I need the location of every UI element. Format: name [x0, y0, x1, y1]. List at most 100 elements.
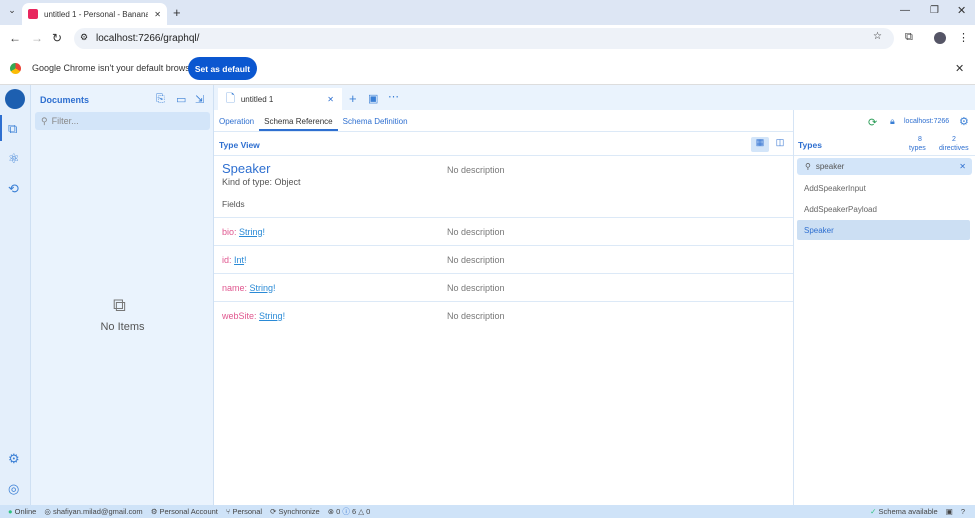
- tab-list-icon[interactable]: ⌄: [5, 5, 19, 19]
- empty-documents-icon: ⧉: [113, 295, 126, 315]
- type-list-item[interactable]: AddSpeakerPayload: [804, 205, 877, 214]
- account-switcher[interactable]: ⚙ Personal Account: [151, 507, 218, 516]
- type-name: Speaker: [222, 161, 271, 176]
- maximize-icon[interactable]: ❐: [930, 5, 939, 16]
- set-as-default-button[interactable]: Set as default: [188, 57, 257, 80]
- settings-icon[interactable]: ⚙: [8, 451, 20, 467]
- menu-icon[interactable]: ⋮: [958, 31, 969, 44]
- online-status: Online: [14, 507, 37, 516]
- field-description: No description: [447, 254, 505, 265]
- close-window-icon[interactable]: ✕: [957, 4, 966, 17]
- app-sidebar-rail: ⧉ ⚛ ⟲ ⚙ ◎: [0, 85, 31, 505]
- help-icon[interactable]: ?: [961, 507, 975, 516]
- grid-view-toggle[interactable]: ▦: [751, 137, 769, 152]
- search-icon: ⚲: [805, 162, 811, 171]
- close-infobar-icon[interactable]: ✕: [955, 62, 964, 75]
- new-folder-icon[interactable]: ▭: [176, 93, 186, 106]
- editor-tab-label: untitled 1: [240, 94, 274, 104]
- profile-avatar[interactable]: [934, 32, 946, 44]
- import-icon[interactable]: ⇲: [195, 93, 204, 106]
- new-tab-icon[interactable]: +: [173, 5, 181, 20]
- close-editor-tab-icon[interactable]: ✕: [327, 95, 342, 104]
- directives-count-label: directives: [939, 145, 969, 152]
- site-info-icon[interactable]: ⚙: [80, 32, 88, 43]
- info-count: 6: [351, 507, 357, 516]
- back-icon[interactable]: ←: [9, 31, 21, 45]
- type-search-input[interactable]: ⚲ speaker ✕: [797, 158, 972, 175]
- url-text: localhost:7266/graphql/: [96, 33, 200, 44]
- layout-icon[interactable]: ▣: [946, 507, 953, 516]
- app-logo: [5, 89, 25, 109]
- schema-sync-icon[interactable]: ⟳: [868, 116, 877, 129]
- schema-icon[interactable]: ⚛: [8, 151, 20, 167]
- directives-count: 2: [952, 136, 956, 143]
- field-name: bio: [222, 226, 235, 237]
- types-count: 8: [918, 136, 922, 143]
- add-tab-icon[interactable]: +: [349, 91, 357, 106]
- browser-tab-title: untitled 1 - Personal - Banana C: [44, 9, 149, 19]
- tab-schema-reference[interactable]: Schema Reference: [259, 112, 338, 131]
- documents-icon[interactable]: ⧉: [8, 121, 17, 137]
- fields-label: Fields: [222, 199, 245, 209]
- forward-icon[interactable]: →: [31, 31, 43, 45]
- sync-text: Synchronize: [278, 507, 320, 516]
- type-kind: Kind of type: Object: [222, 177, 301, 187]
- field-description: No description: [447, 226, 505, 237]
- field-name: name: [222, 282, 245, 293]
- types-panel: ⟳ 🔒︎ localhost:7266 ⚙ Types 8 types 2 di…: [611, 85, 975, 505]
- connection-settings-icon[interactable]: ⚙: [959, 115, 969, 128]
- user-email[interactable]: ◎ shafiyan.milad@gmail.com: [44, 507, 142, 516]
- field-name: id: [222, 254, 230, 265]
- minimize-icon[interactable]: —: [900, 5, 910, 16]
- search-icon: ⚲: [41, 115, 48, 126]
- browser-tab[interactable]: untitled 1 - Personal - Banana C ✕: [22, 3, 167, 25]
- field-description: No description: [447, 311, 505, 321]
- non-null-marker: !: [244, 254, 247, 265]
- non-null-marker: !: [262, 226, 266, 237]
- status-bar: ● Online ◎ shafiyan.milad@gmail.com ⚙ Pe…: [0, 505, 975, 518]
- synchronize-button[interactable]: ⟳ Synchronize: [270, 507, 320, 516]
- field-type-link[interactable]: String: [259, 311, 283, 321]
- close-tab-icon[interactable]: ✕: [154, 10, 161, 19]
- account-text: Personal Account: [159, 507, 218, 516]
- field-type-link[interactable]: String: [250, 283, 274, 293]
- chrome-logo-icon: [10, 63, 21, 74]
- field-type-link[interactable]: String: [239, 227, 263, 237]
- no-items-label: No Items: [100, 321, 145, 333]
- filter-input[interactable]: ⚲ Filter...: [35, 112, 210, 130]
- endpoint-label[interactable]: localhost:7266: [904, 118, 949, 125]
- split-view-toggle[interactable]: ◫: [771, 137, 789, 152]
- type-description: No description: [447, 165, 505, 175]
- clear-search-icon[interactable]: ✕: [959, 162, 972, 171]
- reload-icon[interactable]: ↻: [52, 31, 62, 45]
- tab-schema-definition[interactable]: Schema Definition: [338, 112, 413, 131]
- online-dot-icon: ●: [8, 507, 13, 516]
- field-row: bio: String! No description: [214, 218, 793, 246]
- field-row: webSite: String! No description: [222, 311, 505, 321]
- bookmark-star-icon[interactable]: ☆: [873, 31, 882, 42]
- lock-icon: 🔒︎: [890, 116, 895, 126]
- history-icon[interactable]: ⟲: [8, 181, 19, 197]
- field-type-link[interactable]: Int: [234, 255, 244, 265]
- type-list-item[interactable]: AddSpeakerInput: [804, 184, 866, 193]
- user-email-text: shafiyan.milad@gmail.com: [52, 507, 143, 516]
- account-icon[interactable]: ◎: [8, 481, 19, 497]
- types-count-label: types: [909, 145, 926, 152]
- save-icon[interactable]: ▣: [368, 92, 378, 105]
- problems-indicator[interactable]: ⊗ 0 ⓘ 6 △ 0: [328, 506, 371, 517]
- field-name: webSite: [222, 311, 255, 321]
- warning-count: 0: [366, 507, 371, 516]
- editor-tab[interactable]: 🗋 untitled 1 ✕: [218, 88, 342, 110]
- documents-title: Documents: [40, 95, 90, 105]
- workspace-switcher[interactable]: ⑂ Personal: [226, 507, 262, 516]
- url-field[interactable]: ⚙ localhost:7266/graphql/ ☆: [74, 28, 894, 49]
- field-row: name: String! No description: [214, 274, 793, 302]
- tab-operation[interactable]: Operation: [214, 112, 259, 131]
- filter-placeholder: Filter...: [51, 116, 79, 126]
- extensions-icon[interactable]: ⧉: [905, 31, 913, 44]
- more-icon[interactable]: ⋯: [388, 90, 399, 103]
- non-null-marker: !: [273, 282, 276, 293]
- document-icon: 🗋: [226, 92, 235, 105]
- new-document-icon[interactable]: ⎘: [156, 93, 165, 106]
- type-list-item-selected[interactable]: Speaker: [797, 220, 970, 240]
